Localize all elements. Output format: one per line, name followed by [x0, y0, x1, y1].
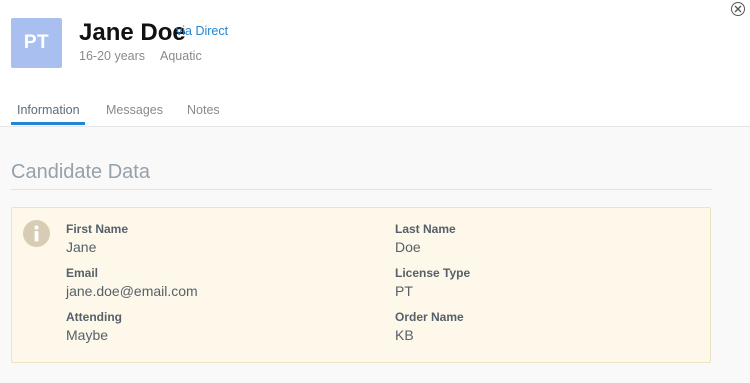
info-icon [23, 220, 50, 247]
license-type-value: PT [395, 283, 413, 299]
tab-information[interactable]: Information [17, 103, 80, 117]
last-name-value: Doe [395, 239, 421, 255]
source-link[interactable]: via Direct [176, 24, 228, 38]
license-type-label: License Type [395, 266, 471, 280]
attending-label: Attending [66, 310, 122, 324]
section-divider [11, 189, 712, 190]
tab-messages[interactable]: Messages [106, 103, 163, 117]
last-name-label: Last Name [395, 222, 456, 236]
active-tab-indicator [11, 122, 85, 125]
section-title: Candidate Data [11, 161, 150, 183]
category: Aquatic [160, 49, 202, 63]
candidate-name: Jane Doe [79, 19, 186, 46]
email-label: Email [66, 266, 99, 280]
first-name-label: First Name [66, 222, 129, 236]
tabs-divider [0, 126, 750, 127]
attending-value: Maybe [66, 327, 109, 343]
first-name-value: Jane [66, 239, 97, 255]
email-value: jane.doe@email.com [66, 283, 198, 299]
close-icon[interactable] [731, 2, 745, 16]
avatar: PT [11, 18, 62, 68]
order-name-value: KB [395, 327, 414, 343]
tab-notes[interactable]: Notes [187, 103, 220, 117]
candidate-profile-page: PT Jane Doe via Direct 16-20 years Aquat… [0, 0, 750, 383]
order-name-label: Order Name [395, 310, 464, 324]
age-range: 16-20 years [79, 49, 146, 63]
